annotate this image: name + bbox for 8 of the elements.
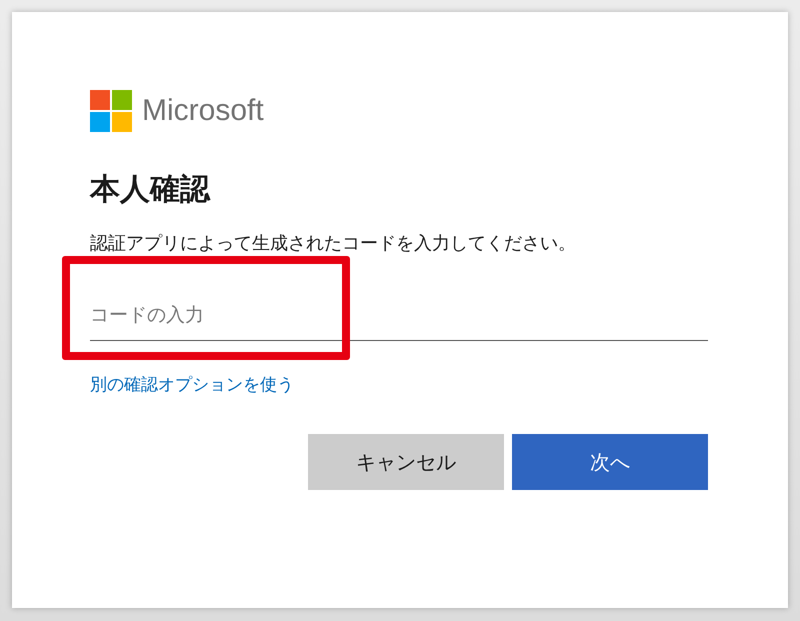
instruction-text: 認証アプリによって生成されたコードを入力してください。 [90, 232, 577, 256]
brand-name: Microsoft [142, 94, 264, 128]
logo-icon [90, 90, 132, 132]
dialog-title: 本人確認 [90, 171, 212, 209]
other-options-link[interactable]: 別の確認オプションを使う [90, 373, 294, 396]
code-input-field[interactable]: コードの入力 [90, 296, 708, 341]
cancel-button[interactable]: キャンセル [308, 434, 504, 490]
next-button[interactable]: 次へ [512, 434, 708, 490]
